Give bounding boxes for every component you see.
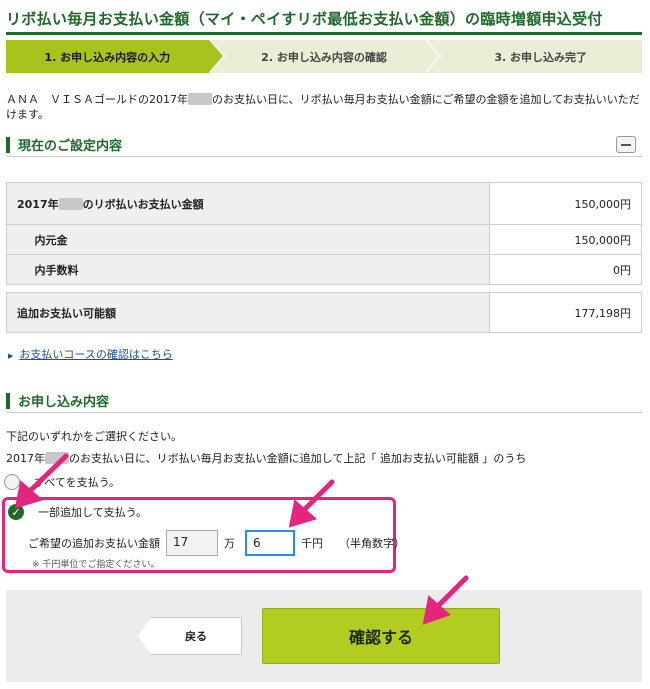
revo-amount: 150,000円 bbox=[488, 182, 643, 225]
thousand-unit-note: ※ 千円単位でご指定ください。 bbox=[32, 560, 160, 570]
instruction-text: 下記のいずれかをご選択ください。 bbox=[6, 430, 182, 443]
title-rule bbox=[6, 32, 642, 35]
radio-pay-all[interactable] bbox=[4, 474, 20, 490]
amount-man-input[interactable]: 17 bbox=[166, 530, 218, 556]
principal-amount: 150,000円 bbox=[488, 224, 643, 255]
instruction-detail-text: 2017年 のお支払い日に、リボ払い毎月お支払い金額に追加して上記「 追加お支払い… bbox=[6, 452, 527, 465]
fee-label: 内手数料 bbox=[24, 254, 490, 285]
table-row: 追加お支払い可能額 177,198円 bbox=[6, 292, 643, 333]
redacted-month bbox=[45, 452, 69, 464]
intro-text: ＡＮＡ ＶＩＳＡゴールドの2017年 のお支払い日に、リボ払い毎月お支払い金額にご… bbox=[6, 93, 640, 121]
radio-pay-partial-checked-icon[interactable]: ✓ bbox=[8, 504, 24, 520]
step-1-label: 1. お申し込み内容の入力 bbox=[44, 50, 171, 64]
available-amount: 177,198円 bbox=[488, 292, 643, 333]
current-settings-title: 現在のご設定内容 bbox=[18, 139, 123, 154]
amount-row: ご希望の追加お支払い金額 17 万 6 千円 （半角数字） bbox=[28, 530, 405, 556]
table-row: 2017年 のリボ払いお支払い金額 150,000円 bbox=[6, 182, 643, 225]
page-title: リボ払い毎月お支払い金額（マイ・ペイすリボ最低お支払い金額）の臨時増額申込受付 bbox=[6, 10, 603, 28]
option-pay-all[interactable]: すべてを支払う。 bbox=[4, 474, 120, 490]
available-label: 追加お支払い可能額 bbox=[6, 292, 490, 333]
application-header: お申し込み内容 bbox=[6, 389, 642, 413]
collapse-minus-icon[interactable] bbox=[616, 136, 636, 153]
step-3-label: 3. お申し込み完了 bbox=[494, 50, 588, 64]
current-settings-header: 現在のご設定内容 bbox=[6, 133, 642, 157]
step-2-confirm: 2. お申し込み内容の確認 bbox=[208, 40, 442, 73]
fee-amount: 0円 bbox=[488, 254, 643, 285]
application-title: お申し込み内容 bbox=[18, 395, 110, 410]
step-1-input: 1. お申し込み内容の入力 bbox=[6, 40, 225, 73]
amount-label: ご希望の追加お支払い金額 bbox=[28, 537, 160, 550]
step-2-label: 2. お申し込み内容の確認 bbox=[261, 50, 387, 64]
redacted-month bbox=[188, 93, 212, 105]
step-3-complete: 3. お申し込み完了 bbox=[425, 40, 643, 73]
course-check-link[interactable]: ▶ お支払いコースの確認はこちら bbox=[8, 346, 173, 362]
option-pay-partial[interactable]: ✓ 一部追加して支払う。 bbox=[8, 504, 147, 520]
amount-sen-input[interactable]: 6 bbox=[245, 530, 295, 556]
option-pay-partial-label: 一部追加して支払う。 bbox=[38, 506, 148, 519]
table-row: 内元金 150,000円 bbox=[6, 224, 643, 255]
progress-steps: 1. お申し込み内容の入力 2. お申し込み内容の確認 3. お申し込み完了 bbox=[6, 40, 643, 73]
current-settings-table: 2017年 のリボ払いお支払い金額 150,000円 内元金 150,000円 内… bbox=[6, 182, 643, 333]
half-width-hint: （半角数字） bbox=[339, 537, 405, 550]
man-unit: 万 bbox=[224, 537, 235, 550]
confirm-button[interactable]: 確認する bbox=[262, 608, 500, 664]
back-button[interactable]: 戻る bbox=[138, 617, 242, 655]
table-row: 内手数料 0円 bbox=[6, 254, 643, 285]
triangle-right-icon: ▶ bbox=[8, 352, 14, 360]
option-pay-all-label: すべてを支払う。 bbox=[34, 476, 120, 489]
redacted-month bbox=[58, 197, 83, 210]
principal-label: 内元金 bbox=[24, 224, 490, 255]
sen-unit: 千円 bbox=[301, 537, 323, 550]
